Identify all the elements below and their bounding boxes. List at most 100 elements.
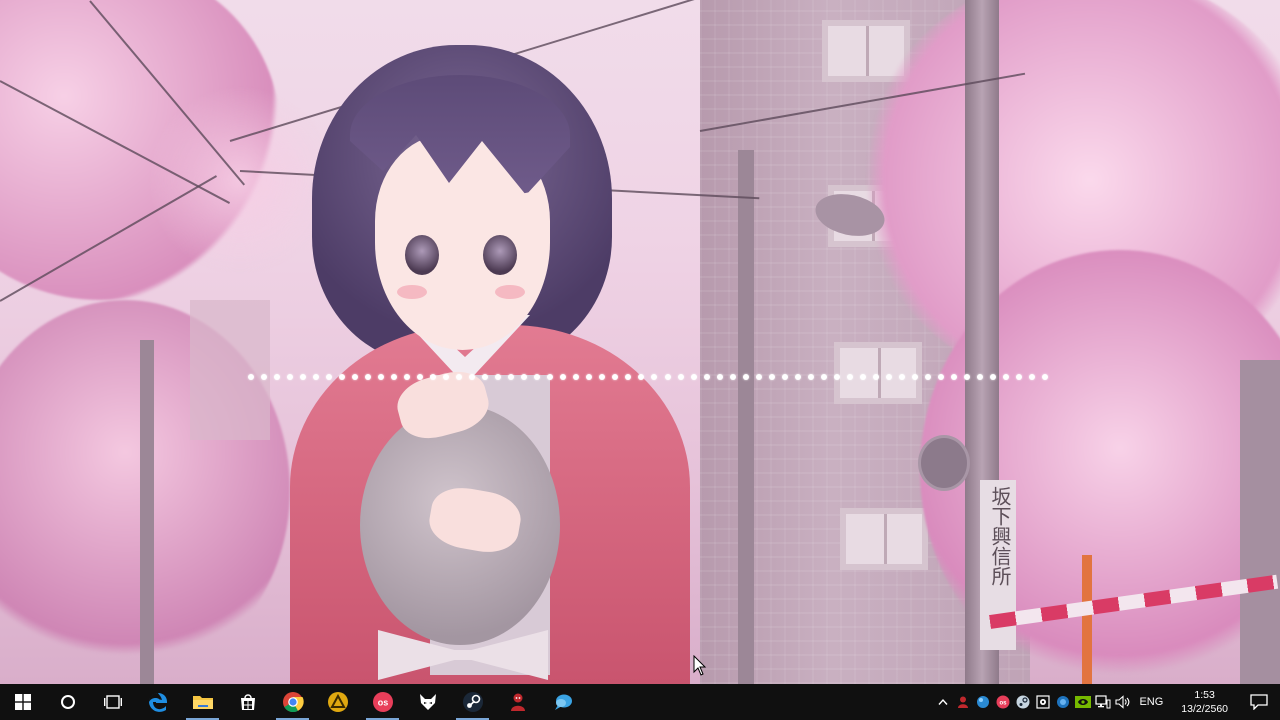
visualizer-dot: [482, 374, 489, 380]
action-center-button[interactable]: [1238, 684, 1280, 720]
visualizer-dot: [911, 374, 918, 380]
tray-network[interactable]: [1093, 684, 1113, 720]
visualizer-dot: [833, 374, 840, 380]
visualizer-dot: [365, 374, 372, 380]
visualizer-dot: [287, 374, 294, 380]
visualizer-dot: [443, 374, 450, 380]
tray-app-nvidia[interactable]: [1073, 684, 1093, 720]
network-icon: [1095, 695, 1111, 709]
visualizer-dot: [547, 374, 554, 380]
pole-sign-text: 坂下興信所: [988, 486, 1012, 586]
gear-icon: [1036, 695, 1051, 709]
cortana-button[interactable]: [45, 684, 90, 720]
visualizer-dot: [625, 374, 632, 380]
visualizer-dot: [976, 374, 983, 380]
visualizer-dot: [1015, 374, 1022, 380]
utility-pole: [1240, 360, 1280, 684]
tray-app-blue-circle[interactable]: [1053, 684, 1073, 720]
taskbar: os os ENG 1:53 13/2/2560: [0, 684, 1280, 720]
background-building: [190, 300, 270, 440]
visualizer-dot: [898, 374, 905, 380]
visualizer-dot: [521, 374, 528, 380]
tray-app-osu[interactable]: os: [993, 684, 1013, 720]
clock[interactable]: 1:53 13/2/2560: [1171, 688, 1238, 716]
store-icon: [240, 694, 255, 710]
store-taskbar-button[interactable]: [225, 684, 270, 720]
file-explorer-taskbar-button[interactable]: [180, 684, 225, 720]
blue-orb-icon: [977, 696, 990, 708]
visualizer-dot: [716, 374, 723, 380]
system-tray: os ENG 1:53 13/2/2560: [933, 684, 1280, 720]
visualizer-dot: [612, 374, 619, 380]
visualizer-dot: [755, 374, 762, 380]
game-app-taskbar-button[interactable]: [495, 684, 540, 720]
utility-pole: [738, 150, 754, 684]
nvidia-icon: [1075, 696, 1092, 708]
mouse-cursor-icon: [693, 655, 707, 676]
character-eye: [405, 235, 439, 275]
tray-app-steam[interactable]: [1013, 684, 1033, 720]
chrome-icon: [282, 692, 304, 713]
edge-icon: [148, 693, 167, 712]
tray-app-blue-orb[interactable]: [973, 684, 993, 720]
svg-text:os: os: [377, 698, 388, 708]
visualizer-dot: [872, 374, 879, 380]
audio-visualizer: [248, 372, 1048, 382]
desktop-wallpaper: 坂下興信所: [0, 0, 1280, 684]
character-blush: [495, 285, 525, 299]
steam-taskbar-button[interactable]: [450, 684, 495, 720]
visualizer-dot: [885, 374, 892, 380]
visualizer-dot: [794, 374, 801, 380]
visualizer-dot: [950, 374, 957, 380]
edge-taskbar-button[interactable]: [135, 684, 180, 720]
visualizer-dot: [430, 374, 437, 380]
visualizer-dot: [742, 374, 749, 380]
visualizer-dot: [313, 374, 320, 380]
visualizer-dot: [573, 374, 580, 380]
warning-triangle-icon: [327, 692, 348, 712]
chrome-taskbar-button[interactable]: [270, 684, 315, 720]
tray-volume[interactable]: [1113, 684, 1133, 720]
blue-circle-icon: [1057, 696, 1070, 708]
visualizer-dot: [248, 374, 254, 380]
task-view-button[interactable]: [90, 684, 135, 720]
visualizer-dot: [469, 374, 476, 380]
osu-taskbar-button[interactable]: os: [360, 684, 405, 720]
visualizer-dot: [586, 374, 593, 380]
chat-bubble-icon: [554, 694, 572, 710]
fox-icon: [419, 694, 436, 710]
red-character-icon: [958, 696, 969, 708]
visualizer-dot: [300, 374, 307, 380]
visualizer-dot: [261, 374, 268, 380]
visualizer-dot: [1002, 374, 1009, 380]
visualizer-dot: [703, 374, 710, 380]
character-blush: [397, 285, 427, 299]
osu-icon: os: [996, 695, 1010, 709]
visualizer-dot: [859, 374, 866, 380]
tray-app-gear[interactable]: [1033, 684, 1053, 720]
visualizer-dot: [846, 374, 853, 380]
clock-date: 13/2/2560: [1181, 703, 1228, 715]
tray-app-red-character[interactable]: [953, 684, 973, 720]
visualizer-dot: [495, 374, 502, 380]
visualizer-dot: [820, 374, 827, 380]
visualizer-dot: [1028, 374, 1035, 380]
visualizer-dot: [417, 374, 424, 380]
visualizer-dot: [534, 374, 541, 380]
visualizer-dot: [677, 374, 684, 380]
visualizer-dot: [1041, 374, 1048, 380]
volume-icon: [1115, 695, 1130, 709]
utility-pole: [140, 340, 154, 684]
visualizer-dot: [404, 374, 411, 380]
start-button[interactable]: [0, 684, 45, 720]
windows-logo-icon: [14, 694, 31, 710]
visualizer-dot: [924, 374, 931, 380]
warning-app-taskbar-button[interactable]: [315, 684, 360, 720]
visualizer-dot: [768, 374, 775, 380]
language-indicator[interactable]: ENG: [1133, 696, 1171, 708]
chat-app-taskbar-button[interactable]: [540, 684, 585, 720]
show-hidden-icons-button[interactable]: [933, 684, 953, 720]
fox-app-taskbar-button[interactable]: [405, 684, 450, 720]
visualizer-dot: [560, 374, 567, 380]
visualizer-dot: [690, 374, 697, 380]
